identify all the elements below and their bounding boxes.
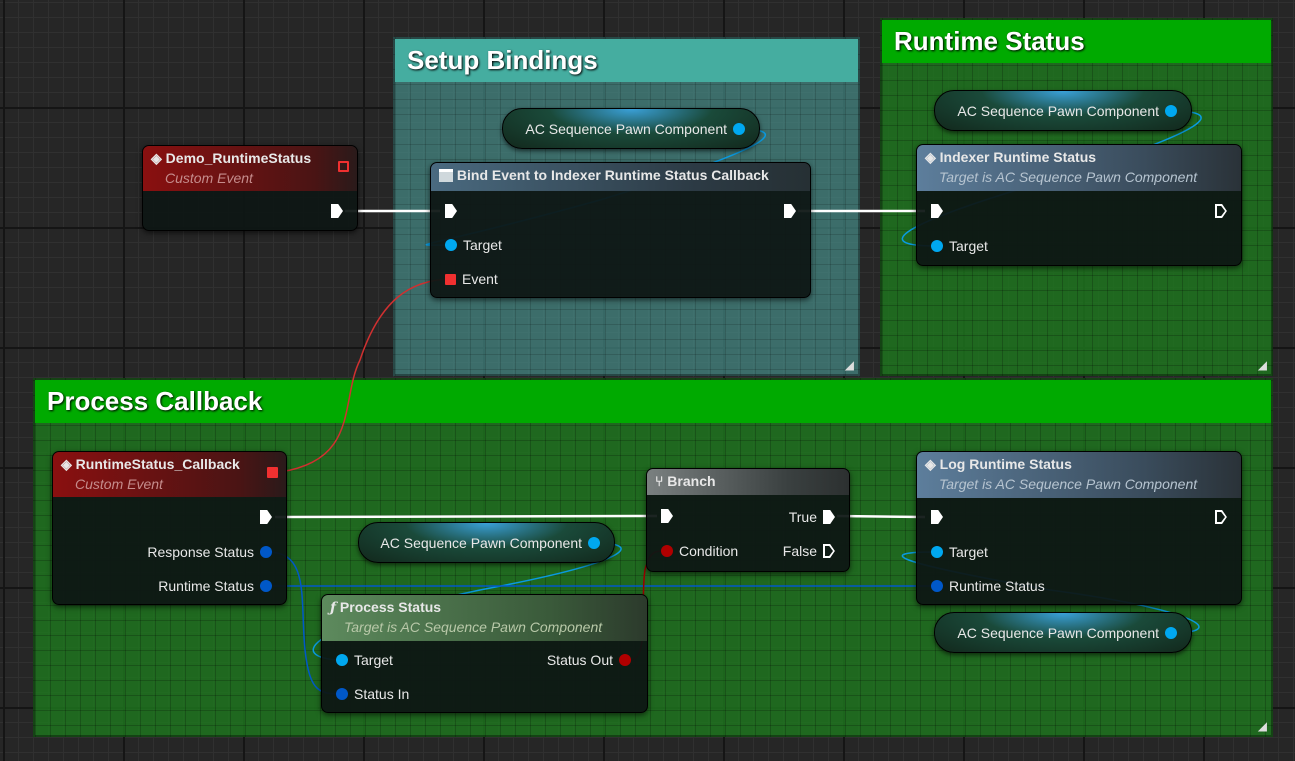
object-out-pin[interactable] — [1165, 626, 1177, 639]
exec-in-pin[interactable] — [661, 509, 673, 523]
node-title: Demo_RuntimeStatus — [165, 150, 312, 166]
pin-label: Status Out — [546, 652, 613, 668]
variable-label: AC Sequence Pawn Component — [957, 624, 1159, 641]
resize-grip-icon[interactable]: ◢ — [845, 358, 854, 372]
false-exec-pin[interactable] — [823, 544, 835, 558]
branch-icon: ⑂ — [655, 473, 664, 489]
exec-out-pin[interactable] — [1215, 204, 1227, 218]
status-out-pin[interactable] — [619, 654, 631, 666]
pin-label: True — [788, 509, 817, 525]
event-pin[interactable] — [445, 273, 456, 285]
comment-title: Process Callback — [35, 380, 1271, 423]
runtime-status-pin[interactable] — [931, 580, 943, 592]
pin-label: Event — [462, 271, 498, 287]
node-title: Branch — [667, 473, 716, 489]
event-icon: ◈ — [151, 150, 162, 166]
target-pin[interactable] — [336, 654, 348, 666]
pin-label: Runtime Status — [949, 578, 1045, 594]
node-process-status[interactable]: ƒ Process Status Target is AC Sequence Pa… — [321, 594, 648, 713]
exec-out-pin[interactable] — [331, 204, 343, 218]
function-icon: ◈ — [925, 149, 936, 165]
delegate-pin[interactable] — [338, 161, 349, 172]
response-status-pin[interactable] — [260, 546, 272, 558]
node-subtitle: Custom Event — [165, 170, 253, 186]
node-subtitle: Target is AC Sequence Pawn Component — [939, 169, 1198, 185]
pin-label: Runtime Status — [158, 578, 254, 594]
variable-label: AC Sequence Pawn Component — [380, 534, 582, 551]
target-pin[interactable] — [445, 239, 457, 251]
variable-ac-sequence-pawn-component[interactable]: AC Sequence Pawn Component — [358, 522, 615, 563]
comment-title: Runtime Status — [882, 20, 1271, 63]
exec-in-pin[interactable] — [931, 204, 943, 218]
exec-out-pin[interactable] — [260, 510, 272, 524]
node-bind-event[interactable]: Bind Event to Indexer Runtime Status Cal… — [430, 162, 811, 298]
node-indexer-runtime-status[interactable]: ◈ Indexer Runtime Status Target is AC Seq… — [916, 144, 1242, 266]
object-out-pin[interactable] — [733, 122, 745, 135]
node-title: Process Status — [339, 599, 442, 615]
resize-grip-icon[interactable]: ◢ — [1258, 358, 1267, 372]
pin-label: Status In — [354, 686, 410, 702]
node-branch[interactable]: ⑂ Branch True Condition False — [646, 468, 850, 572]
node-title: Indexer Runtime Status — [939, 149, 1097, 165]
node-title: Bind Event to Indexer Runtime Status Cal… — [456, 167, 769, 183]
variable-ac-sequence-pawn-component[interactable]: AC Sequence Pawn Component — [934, 612, 1192, 653]
pin-label: Response Status — [147, 544, 254, 560]
variable-ac-sequence-pawn-component[interactable]: AC Sequence Pawn Component — [934, 90, 1192, 131]
target-pin[interactable] — [931, 546, 943, 558]
exec-out-pin[interactable] — [784, 204, 796, 218]
node-subtitle: Target is AC Sequence Pawn Component — [939, 476, 1198, 492]
node-subtitle: Custom Event — [75, 476, 163, 492]
node-title: Log Runtime Status — [939, 456, 1072, 472]
comment-title: Setup Bindings — [395, 39, 858, 82]
delegate-pin[interactable] — [267, 467, 278, 478]
node-runtimestatus-callback[interactable]: ◈ RuntimeStatus_Callback Custom Event Res… — [52, 451, 287, 605]
pin-label: Target — [354, 652, 393, 668]
true-exec-pin[interactable] — [823, 510, 835, 524]
exec-out-pin[interactable] — [1215, 510, 1227, 524]
variable-label: AC Sequence Pawn Component — [957, 102, 1159, 119]
variable-ac-sequence-pawn-component[interactable]: AC Sequence Pawn Component — [502, 108, 760, 149]
pin-label: Target — [949, 238, 988, 254]
node-subtitle: Target is AC Sequence Pawn Component — [344, 619, 603, 635]
pin-label: Condition — [679, 543, 739, 559]
resize-grip-icon[interactable]: ◢ — [1258, 719, 1267, 733]
node-title: RuntimeStatus_Callback — [75, 456, 240, 472]
node-demo-runtimestatus[interactable]: ◈ Demo_RuntimeStatus Custom Event — [142, 145, 358, 231]
bind-event-icon — [439, 169, 453, 182]
target-pin[interactable] — [931, 240, 943, 252]
event-icon: ◈ — [61, 456, 72, 472]
object-out-pin[interactable] — [588, 536, 600, 549]
exec-in-pin[interactable] — [445, 204, 457, 218]
variable-label: AC Sequence Pawn Component — [525, 120, 727, 137]
pin-label: False — [782, 543, 817, 559]
condition-pin[interactable] — [661, 545, 673, 557]
exec-in-pin[interactable] — [931, 510, 943, 524]
status-in-pin[interactable] — [336, 688, 348, 700]
pin-label: Target — [463, 237, 502, 253]
function-icon: ◈ — [925, 456, 936, 472]
function-icon: ƒ — [330, 600, 337, 616]
runtime-status-pin[interactable] — [260, 580, 272, 592]
pin-label: Target — [949, 544, 988, 560]
node-log-runtime-status[interactable]: ◈ Log Runtime Status Target is AC Sequenc… — [916, 451, 1242, 605]
object-out-pin[interactable] — [1165, 104, 1177, 117]
